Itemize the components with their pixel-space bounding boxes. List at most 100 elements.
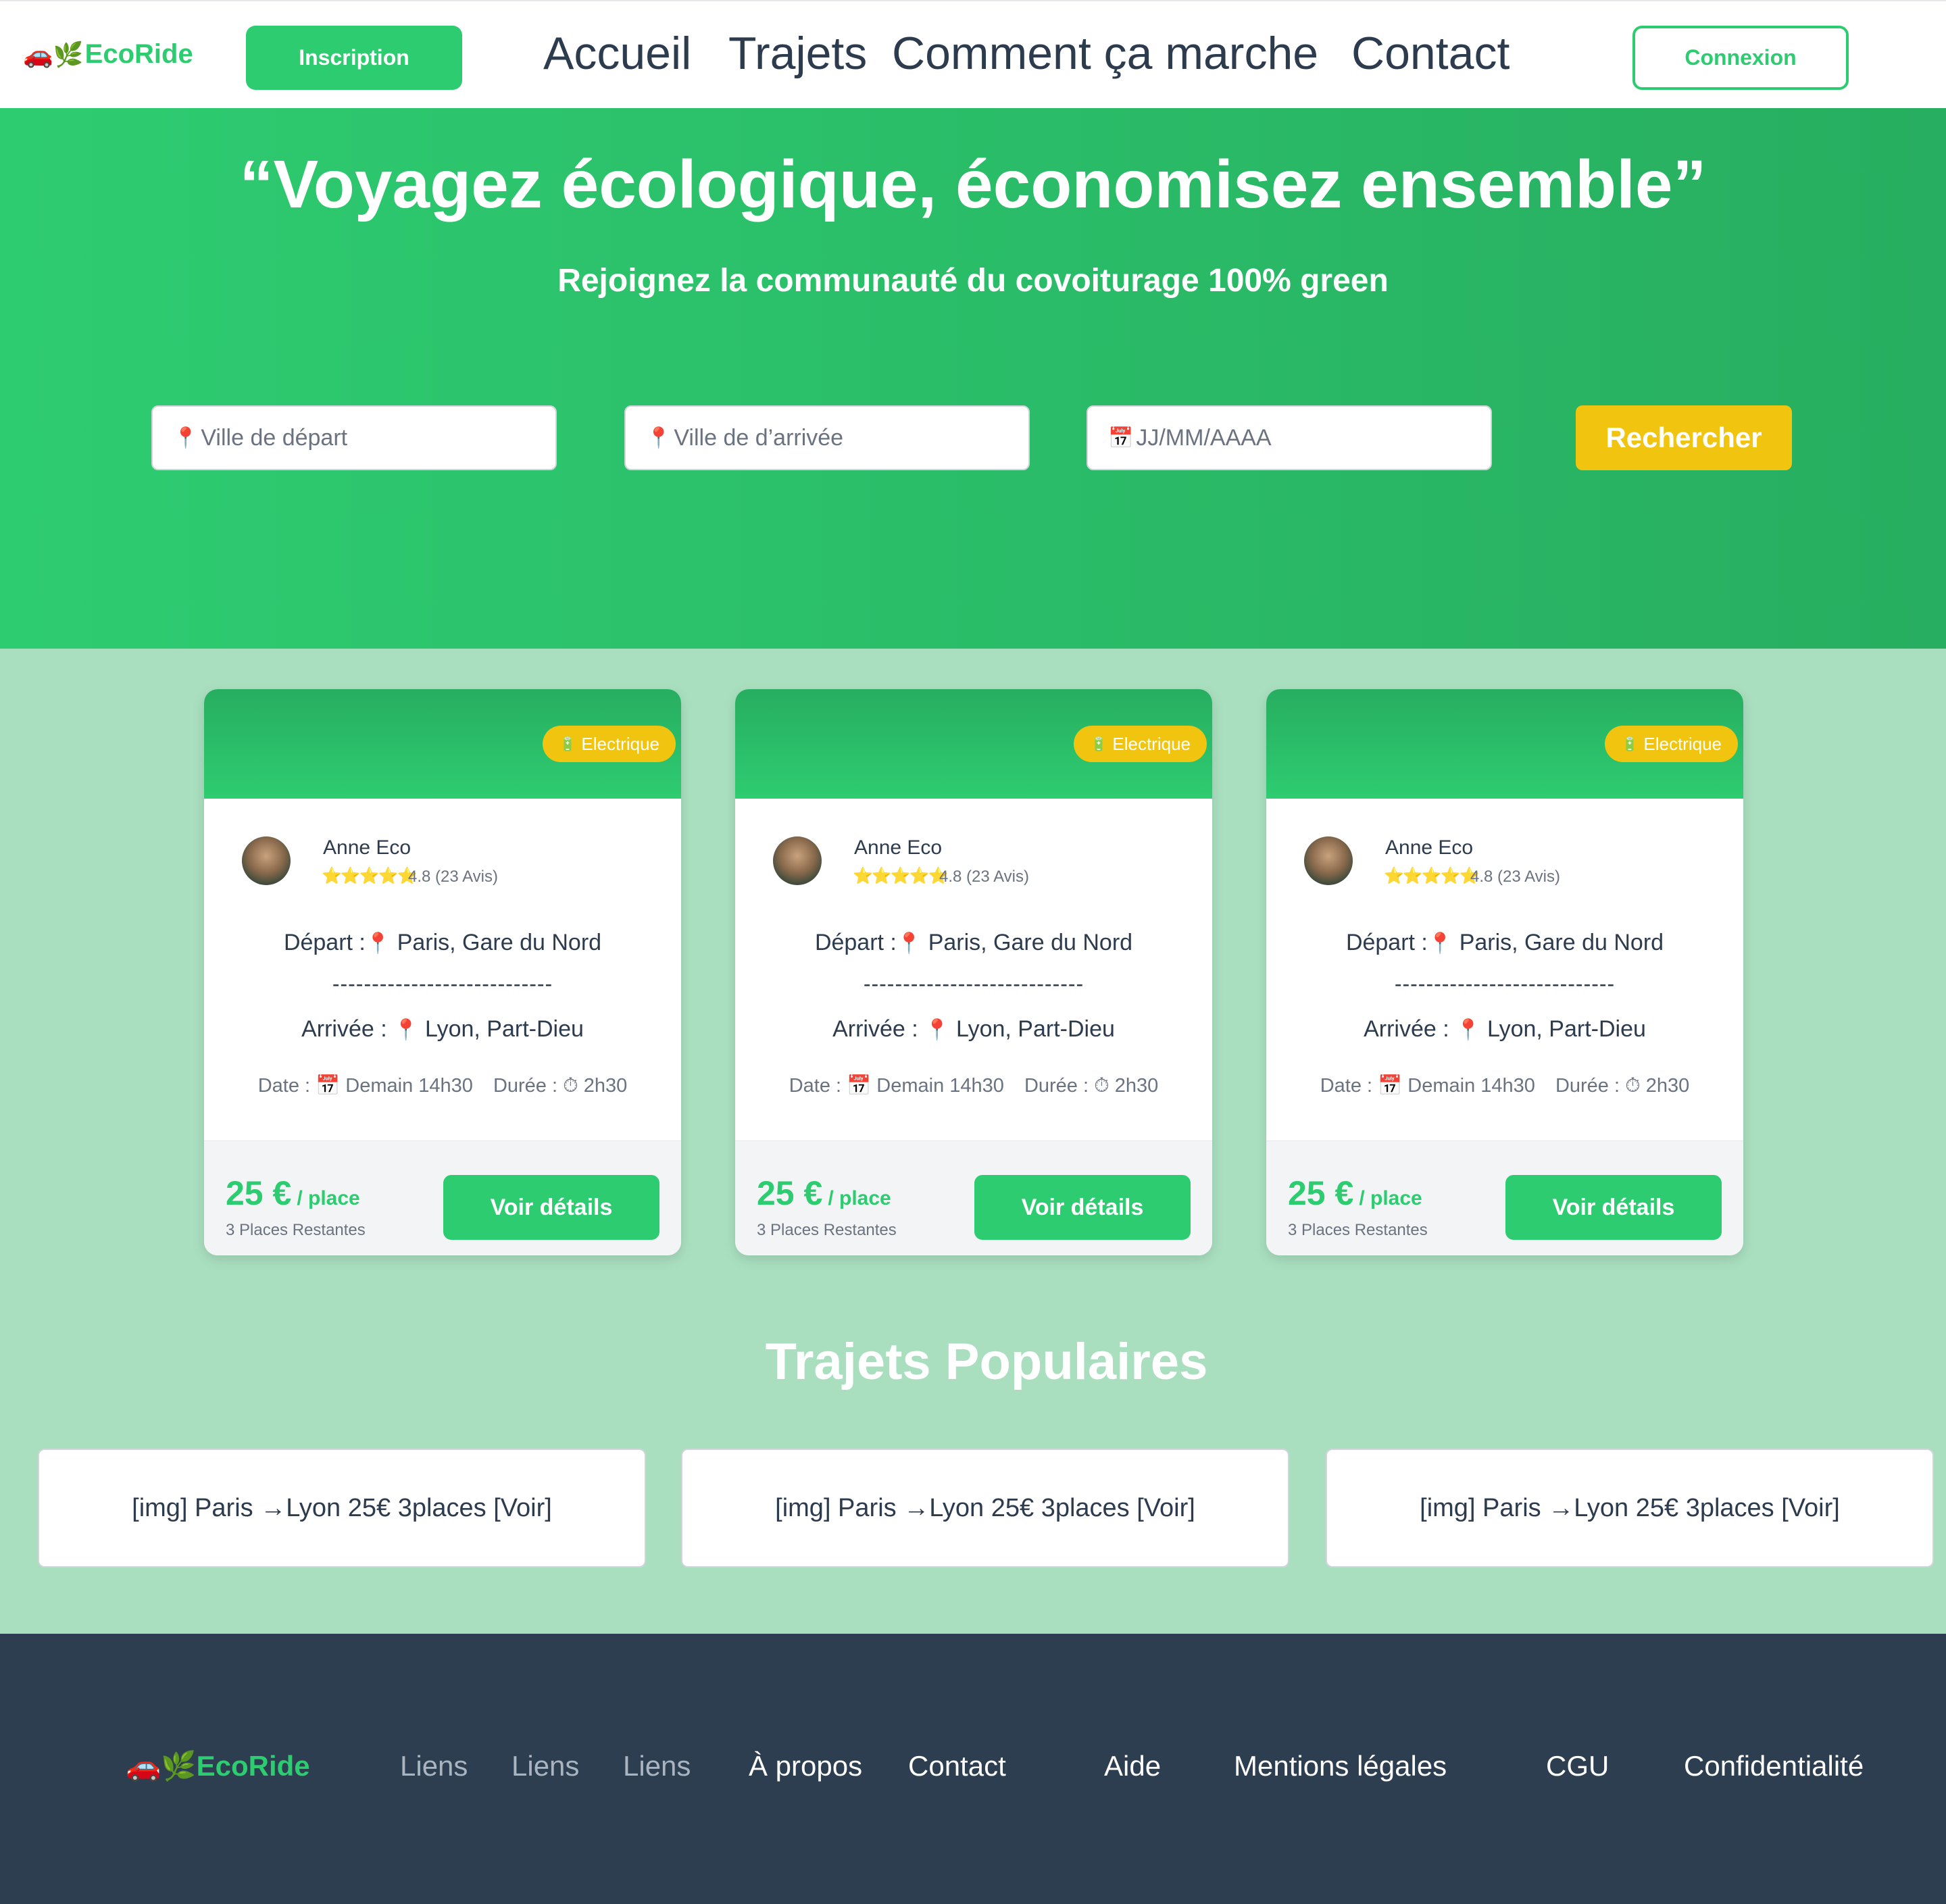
price-value: 25 €	[757, 1174, 823, 1212]
duration-value: 2h30	[1645, 1075, 1690, 1097]
driver-avatar[interactable]	[1304, 836, 1353, 885]
car-leaf-icon: 🚗🌿	[23, 40, 84, 68]
inscription-button[interactable]: Inscription	[246, 26, 462, 90]
top-navbar: 🚗🌿 EcoRide Inscription Accueil Trajets C…	[0, 0, 1946, 108]
rating-text: 4.8 (23 Avis)	[1470, 868, 1560, 886]
card-footer: 25 € / place 3 Places Restantes Voir déta…	[1266, 1141, 1743, 1255]
star-rating-icon: ⭐⭐⭐⭐⭐	[322, 867, 417, 885]
duration-label: Durée :	[1024, 1075, 1089, 1097]
nav-link-accueil[interactable]: Accueil	[543, 27, 691, 80]
arrival-value: Lyon, Part-Dieu	[1487, 1016, 1646, 1042]
duration-label: Durée :	[493, 1075, 558, 1097]
departure-label: Départ :	[814, 930, 897, 955]
battery-icon: 🔋	[559, 736, 576, 752]
departure-value: Paris, Gare du Nord	[1459, 930, 1664, 955]
search-button[interactable]: Rechercher	[1576, 405, 1792, 470]
ride-card: 🔋 Electrique Anne Eco ⭐⭐⭐⭐⭐ 4.8 (23 Avis)…	[735, 689, 1212, 1255]
logo[interactable]: 🚗🌿 EcoRide	[23, 39, 193, 70]
date-value: Demain 14h30	[876, 1075, 1004, 1097]
pin-icon: 📍	[393, 1019, 419, 1041]
badge-label: Electrique	[581, 733, 659, 754]
pin-icon: 📍	[173, 426, 199, 449]
date-label: Date :	[257, 1075, 311, 1097]
popular-rides-title: Trajets Populaires	[765, 1333, 1208, 1391]
view-details-button[interactable]: Voir détails	[1505, 1175, 1722, 1240]
electric-badge: 🔋 Electrique	[543, 726, 676, 762]
remaining-seats: 3 Places Restantes	[757, 1221, 897, 1239]
arrival-city-input[interactable]: 📍 Ville de d’arrivée	[624, 405, 1030, 470]
footer-link-mentions-legales[interactable]: Mentions légales	[1234, 1750, 1447, 1782]
view-details-button[interactable]: Voir détails	[974, 1175, 1191, 1240]
departure-line: Départ :📍 Paris, Gare du Nord	[204, 930, 681, 956]
footer-link-liens[interactable]: Liens	[400, 1750, 468, 1782]
duration-value: 2h30	[583, 1075, 628, 1097]
calendar-icon: 📅	[847, 1075, 872, 1097]
calendar-icon: 📅	[1108, 426, 1134, 449]
price-value: 25 €	[226, 1174, 292, 1212]
popular-ride-item[interactable]: [img] Paris →Lyon 25€ 3places [Voir]	[38, 1449, 646, 1568]
rating-text: 4.8 (23 Avis)	[939, 868, 1029, 886]
arrival-line: Arrivée : 📍 Lyon, Part-Dieu	[735, 1016, 1212, 1043]
footer-logo[interactable]: 🚗🌿EcoRide	[126, 1750, 310, 1783]
date-value: Demain 14h30	[1407, 1075, 1535, 1097]
pin-icon: 📍	[1455, 1019, 1481, 1041]
arrival-line: Arrivée : 📍 Lyon, Part-Dieu	[1266, 1016, 1743, 1043]
footer-link-confidentialite[interactable]: Confidentialité	[1684, 1750, 1864, 1782]
calendar-icon: 📅	[1378, 1075, 1403, 1097]
electric-badge: 🔋 Electrique	[1074, 726, 1207, 762]
departure-label: Départ :	[1345, 930, 1428, 955]
driver-avatar[interactable]	[242, 836, 291, 885]
arrival-placeholder: Ville de d’arrivée	[674, 424, 844, 451]
timer-icon: ⏱	[1094, 1075, 1109, 1097]
nav-link-trajets[interactable]: Trajets	[728, 27, 867, 80]
view-details-button[interactable]: Voir détails	[443, 1175, 659, 1240]
car-leaf-icon: 🚗🌿	[126, 1750, 197, 1782]
ride-meta: Date : 📅 Demain 14h30 Durée : ⏱ 2h30	[1266, 1074, 1743, 1097]
footer-link-liens[interactable]: Liens	[512, 1750, 579, 1782]
footer-link-liens[interactable]: Liens	[623, 1750, 691, 1782]
footer-logo-text: EcoRide	[196, 1750, 310, 1782]
ride-meta: Date : 📅 Demain 14h30 Durée : ⏱ 2h30	[204, 1074, 681, 1097]
pin-icon: 📍	[896, 932, 922, 955]
departure-line: Départ :📍 Paris, Gare du Nord	[735, 930, 1212, 956]
price-value: 25 €	[1288, 1174, 1354, 1212]
route-separator: ----------------------------	[332, 972, 553, 996]
ride-card: 🔋 Electrique Anne Eco ⭐⭐⭐⭐⭐ 4.8 (23 Avis)…	[1266, 689, 1743, 1255]
star-rating-icon: ⭐⭐⭐⭐⭐	[1384, 867, 1479, 885]
driver-avatar[interactable]	[773, 836, 822, 885]
footer: 🚗🌿EcoRide Liens Liens Liens À propos Con…	[0, 1634, 1946, 1904]
card-footer: 25 € / place 3 Places Restantes Voir déta…	[735, 1141, 1212, 1255]
price-unit: / place	[828, 1187, 891, 1209]
price: 25 € / place	[226, 1174, 360, 1213]
date-value: Demain 14h30	[345, 1075, 473, 1097]
arrival-value: Lyon, Part-Dieu	[424, 1016, 584, 1042]
footer-link-contact[interactable]: Contact	[908, 1750, 1006, 1782]
date-label: Date :	[789, 1075, 842, 1097]
footer-link-aide[interactable]: Aide	[1104, 1750, 1161, 1782]
departure-city-input[interactable]: 📍 Ville de départ	[151, 405, 557, 470]
date-label: Date :	[1320, 1075, 1373, 1097]
nav-link-contact[interactable]: Contact	[1351, 27, 1510, 80]
hero-title: “Voyagez écologique, économisez ensemble…	[239, 147, 1707, 222]
price: 25 € / place	[757, 1174, 891, 1213]
popular-ride-item[interactable]: [img] Paris →Lyon 25€ 3places [Voir]	[681, 1449, 1289, 1568]
pin-icon: 📍	[646, 426, 672, 449]
calendar-icon: 📅	[316, 1075, 341, 1097]
battery-icon: 🔋	[1090, 736, 1107, 752]
star-rating-icon: ⭐⭐⭐⭐⭐	[853, 867, 948, 885]
logo-text: EcoRide	[84, 39, 193, 69]
date-input[interactable]: 📅 JJ/MM/AAAA	[1087, 405, 1492, 470]
hero-section: “Voyagez écologique, économisez ensemble…	[0, 108, 1946, 649]
footer-link-cgu[interactable]: CGU	[1546, 1750, 1609, 1782]
connexion-button[interactable]: Connexion	[1632, 26, 1849, 90]
pin-icon: 📍	[924, 1019, 950, 1041]
footer-link-a-propos[interactable]: À propos	[749, 1750, 862, 1782]
route-separator: ----------------------------	[863, 972, 1084, 996]
departure-placeholder: Ville de départ	[201, 424, 348, 451]
main-section: 🔋 Electrique Anne Eco ⭐⭐⭐⭐⭐ 4.8 (23 Avis)…	[0, 649, 1946, 1634]
nav-link-comment-ca-marche[interactable]: Comment ça marche	[892, 27, 1318, 80]
timer-icon: ⏱	[563, 1075, 578, 1097]
price-unit: / place	[1359, 1187, 1422, 1209]
price-unit: / place	[297, 1187, 360, 1209]
popular-ride-item[interactable]: [img] Paris →Lyon 25€ 3places [Voir]	[1326, 1449, 1934, 1568]
